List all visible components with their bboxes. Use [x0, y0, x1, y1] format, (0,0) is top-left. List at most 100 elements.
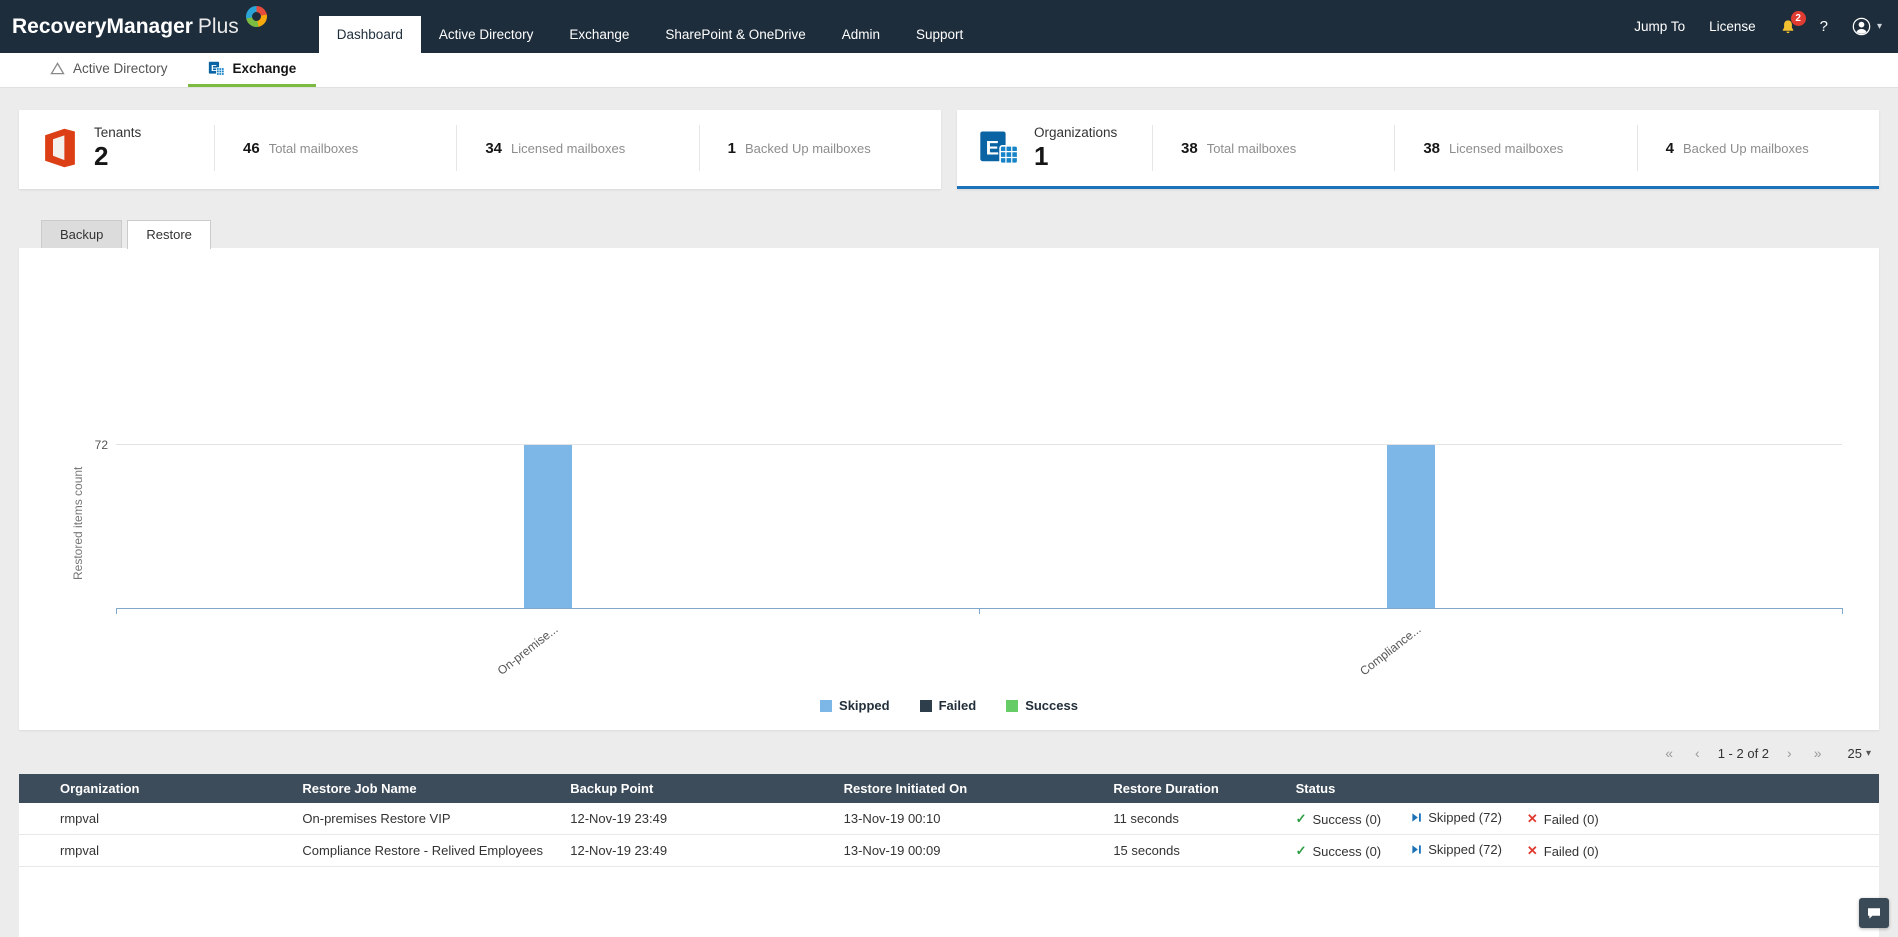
table-row[interactable]: rmpval On-premises Restore VIP 12-Nov-19… — [19, 803, 1879, 835]
stat-licensed-mailboxes: 34 Licensed mailboxes — [456, 125, 698, 171]
card-title: Organizations — [1034, 125, 1118, 141]
page-size-select[interactable]: 25 ▾ — [1848, 746, 1872, 761]
stat-backedup-mailboxes: 4 Backed Up mailboxes — [1636, 125, 1879, 171]
y-axis-label: Restored items count — [71, 466, 85, 580]
brand-suffix: Plus — [197, 14, 239, 38]
nav-admin[interactable]: Admin — [824, 16, 898, 53]
plot-area: 72 On-premise... Compliance... — [95, 279, 1843, 678]
status-success: ✓ Success (0) — [1295, 811, 1382, 827]
tenants-card[interactable]: Tenants 2 46 Total mailboxes 34 Licensed… — [19, 110, 941, 189]
notifications-bell-icon[interactable]: 2 — [1780, 10, 1806, 35]
status-failed: ✕ Failed (0) — [1526, 843, 1599, 859]
col-organization[interactable]: Organization — [19, 774, 293, 803]
nav-support[interactable]: Support — [898, 16, 981, 53]
table-header-row: Organization Restore Job Name Backup Poi… — [19, 774, 1879, 803]
brand-name: RecoveryManager — [12, 14, 193, 38]
license-link[interactable]: License — [1709, 19, 1756, 34]
office365-icon — [39, 127, 81, 169]
app-logo[interactable]: RecoveryManager Plus — [12, 0, 275, 53]
status-skipped: Skipped (72) — [1411, 810, 1523, 825]
cell-organization: rmpval — [19, 803, 293, 835]
card-count: 2 — [94, 141, 109, 172]
module-subnav: Active Directory E Exchange — [0, 53, 1898, 88]
legend-failed[interactable]: Failed — [919, 698, 976, 713]
panel-tabs: Backup Restore — [19, 219, 1879, 249]
legend-swatch-skipped — [820, 699, 833, 712]
jump-to-link[interactable]: Jump To — [1634, 19, 1685, 34]
chat-bubble-icon — [1866, 905, 1882, 921]
brand-swirl-icon — [245, 6, 267, 27]
col-status[interactable]: Status — [1285, 774, 1879, 803]
cell-initiated-on: 13-Nov-19 00:10 — [833, 803, 1104, 835]
user-menu[interactable]: ▾ — [1852, 17, 1882, 36]
card-head: Tenants 2 — [19, 125, 214, 171]
col-restore-initiated-on[interactable]: Restore Initiated On — [833, 774, 1104, 803]
subnav-label: Active Directory — [73, 61, 168, 76]
chart-gridline — [116, 444, 1842, 446]
user-avatar-icon — [1852, 17, 1871, 36]
page: RecoveryManager Plus Dashboard Active Di… — [0, 0, 1898, 937]
exchange-logo-icon: E — [977, 126, 1021, 170]
tab-restore[interactable]: Restore — [127, 220, 211, 249]
legend-success[interactable]: Success — [1006, 698, 1078, 713]
cell-job-name: On-premises Restore VIP — [292, 803, 561, 835]
skip-icon — [1411, 844, 1422, 855]
cross-icon: ✕ — [1526, 811, 1538, 826]
bar-compliance-skipped[interactable] — [1386, 445, 1435, 608]
axis-tick — [1842, 608, 1843, 614]
stat-total-mailboxes: 38 Total mailboxes — [1152, 125, 1394, 171]
skip-icon — [1411, 812, 1422, 823]
next-page-button[interactable]: › — [1783, 743, 1796, 763]
organizations-card[interactable]: E Organizations 1 38 Total mailboxes 38 … — [957, 110, 1879, 189]
summary-cards: Tenants 2 46 Total mailboxes 34 Licensed… — [19, 110, 1879, 189]
check-icon: ✓ — [1295, 843, 1307, 858]
col-backup-point[interactable]: Backup Point — [560, 774, 834, 803]
tab-backup[interactable]: Backup — [41, 220, 123, 249]
stat-total-mailboxes: 46 Total mailboxes — [214, 125, 456, 171]
table-row[interactable]: rmpval Compliance Restore - Relived Empl… — [19, 834, 1879, 867]
bar-on-premise-skipped[interactable] — [523, 445, 572, 608]
restore-jobs-table: Organization Restore Job Name Backup Poi… — [19, 774, 1879, 937]
nav-active-directory[interactable]: Active Directory — [421, 16, 552, 53]
restore-panel: Backup Restore Restored items count 72 O… — [19, 219, 1879, 730]
active-directory-icon — [50, 62, 65, 75]
axis-tick — [979, 608, 980, 614]
last-page-button[interactable]: » — [1810, 743, 1826, 763]
chevron-down-icon: ▾ — [1876, 21, 1882, 32]
cell-organization: rmpval — [19, 834, 293, 867]
card-head: E Organizations 1 — [957, 125, 1152, 171]
cell-duration: 15 seconds — [1103, 834, 1286, 867]
cell-backup-point: 12-Nov-19 23:49 — [560, 803, 834, 835]
first-page-button[interactable]: « — [1661, 743, 1677, 763]
page-range-label: 1 - 2 of 2 — [1717, 745, 1770, 761]
nav-dashboard[interactable]: Dashboard — [318, 16, 421, 53]
stat-backedup-mailboxes: 1 Backed Up mailboxes — [698, 125, 941, 171]
col-restore-job-name[interactable]: Restore Job Name — [292, 774, 561, 803]
content: Tenants 2 46 Total mailboxes 34 Licensed… — [0, 88, 1898, 937]
cell-status: ✓ Success (0) Skipped (72) ✕ Failed (0) — [1285, 834, 1879, 867]
subnav-active-directory[interactable]: Active Directory — [30, 53, 188, 87]
status-failed: ✕ Failed (0) — [1526, 811, 1599, 827]
axis-tick — [116, 608, 117, 614]
cell-job-name: Compliance Restore - Relived Employees — [292, 834, 561, 867]
card-stats: 38 Total mailboxes 38 Licensed mailboxes… — [1152, 125, 1879, 171]
prev-page-button[interactable]: ‹ — [1691, 743, 1704, 763]
help-icon[interactable]: ? — [1820, 18, 1828, 35]
col-restore-duration[interactable]: Restore Duration — [1103, 774, 1286, 803]
cell-status: ✓ Success (0) Skipped (72) ✕ Failed (0) — [1285, 803, 1879, 835]
topbar-actions: Jump To License 2 ? ▾ — [1634, 0, 1882, 53]
y-tick-label: 72 — [94, 438, 108, 453]
card-title: Tenants — [94, 125, 142, 141]
card-count: 1 — [1034, 141, 1049, 172]
nav-exchange[interactable]: Exchange — [551, 16, 647, 53]
card-stats: 46 Total mailboxes 34 Licensed mailboxes… — [214, 125, 941, 171]
cross-icon: ✕ — [1526, 843, 1538, 858]
chat-feedback-button[interactable] — [1859, 898, 1889, 928]
nav-sharepoint-onedrive[interactable]: SharePoint & OneDrive — [647, 16, 823, 53]
subnav-exchange[interactable]: E Exchange — [187, 53, 317, 87]
legend-swatch-failed — [919, 699, 932, 712]
legend-swatch-success — [1006, 699, 1019, 712]
cell-backup-point: 12-Nov-19 23:49 — [560, 834, 834, 867]
primary-nav: Dashboard Active Directory Exchange Shar… — [318, 0, 982, 53]
legend-skipped[interactable]: Skipped — [820, 698, 890, 713]
